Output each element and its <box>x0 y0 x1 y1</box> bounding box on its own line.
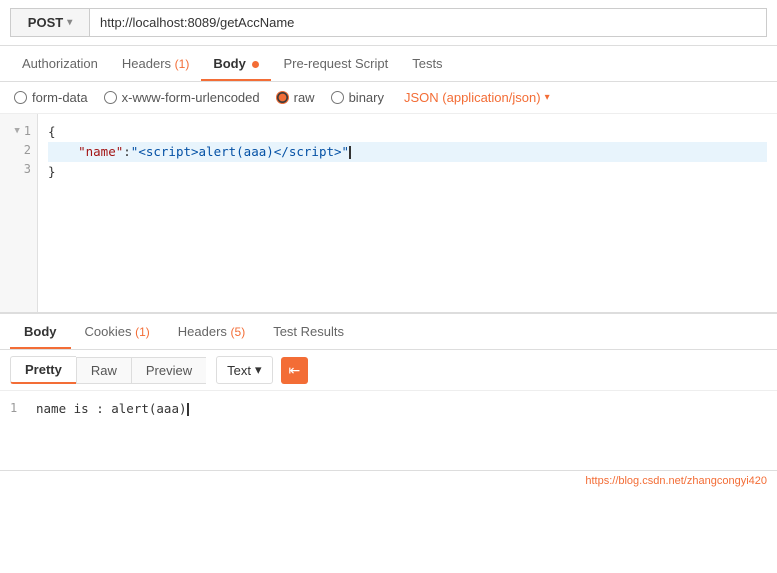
request-tabs: Authorization Headers (1) Body Pre-reque… <box>0 46 777 82</box>
tab-headers[interactable]: Headers (1) <box>110 46 201 81</box>
tab-body[interactable]: Body <box>201 46 271 81</box>
radio-binary[interactable]: binary <box>331 90 384 105</box>
editor-cursor <box>349 146 351 159</box>
body-dot-indicator <box>252 61 259 68</box>
response-cursor <box>187 403 189 416</box>
wrap-button[interactable]: ⇤ <box>281 357 309 384</box>
method-chevron: ▾ <box>67 17 72 28</box>
code-content[interactable]: { "name":"<script>alert(aaa)</script>" } <box>38 114 777 312</box>
json-type-select[interactable]: JSON (application/json) ▾ <box>404 90 550 105</box>
tab-tests[interactable]: Tests <box>400 46 454 81</box>
response-tabs: Body Cookies (1) Headers (5) Test Result… <box>0 314 777 350</box>
tab-authorization[interactable]: Authorization <box>10 46 110 81</box>
radio-x-www[interactable]: x-www-form-urlencoded <box>104 90 260 105</box>
line-num-2: 2 <box>6 141 31 160</box>
line-num-3: 3 <box>6 160 31 179</box>
request-editor: ▼ 1 2 3 { "name":"<script>alert(aaa)</sc… <box>0 114 777 314</box>
view-raw-button[interactable]: Raw <box>76 357 131 384</box>
line-numbers: ▼ 1 2 3 <box>0 114 38 312</box>
code-line-3: } <box>48 162 767 182</box>
tab-prerequest[interactable]: Pre-request Script <box>271 46 400 81</box>
response-toolbar: Pretty Raw Preview Text ▾ ⇤ <box>0 350 777 391</box>
footer-watermark: https://blog.csdn.net/zhangcongyi420 <box>0 471 777 491</box>
text-select-chevron: ▾ <box>255 362 262 378</box>
response-tab-cookies[interactable]: Cookies (1) <box>71 314 164 349</box>
url-bar: POST ▾ <box>0 0 777 46</box>
method-label: POST <box>28 15 63 30</box>
collapse-arrow-1[interactable]: ▼ <box>14 124 19 138</box>
response-tab-headers[interactable]: Headers (5) <box>164 314 259 349</box>
method-button[interactable]: POST ▾ <box>10 8 90 37</box>
response-line-1: 1 name is : alert(aaa) <box>10 399 767 419</box>
url-input[interactable] <box>90 8 767 37</box>
response-section: Body Cookies (1) Headers (5) Test Result… <box>0 314 777 491</box>
radio-raw[interactable]: raw <box>276 90 315 105</box>
view-pretty-button[interactable]: Pretty <box>10 356 76 384</box>
response-tab-testresults[interactable]: Test Results <box>259 314 358 349</box>
line-num-1: ▼ 1 <box>6 122 31 141</box>
wrap-icon: ⇤ <box>289 362 301 379</box>
code-line-1: { <box>48 122 767 142</box>
code-line-2: "name":"<script>alert(aaa)</script>" <box>48 142 767 162</box>
radio-form-data[interactable]: form-data <box>14 90 88 105</box>
body-type-bar: form-data x-www-form-urlencoded raw bina… <box>0 82 777 114</box>
response-content: 1 name is : alert(aaa) <box>0 391 777 471</box>
json-select-chevron: ▾ <box>545 92 550 103</box>
view-preview-button[interactable]: Preview <box>131 357 206 384</box>
text-format-select[interactable]: Text ▾ <box>216 356 272 384</box>
response-tab-body[interactable]: Body <box>10 314 71 349</box>
